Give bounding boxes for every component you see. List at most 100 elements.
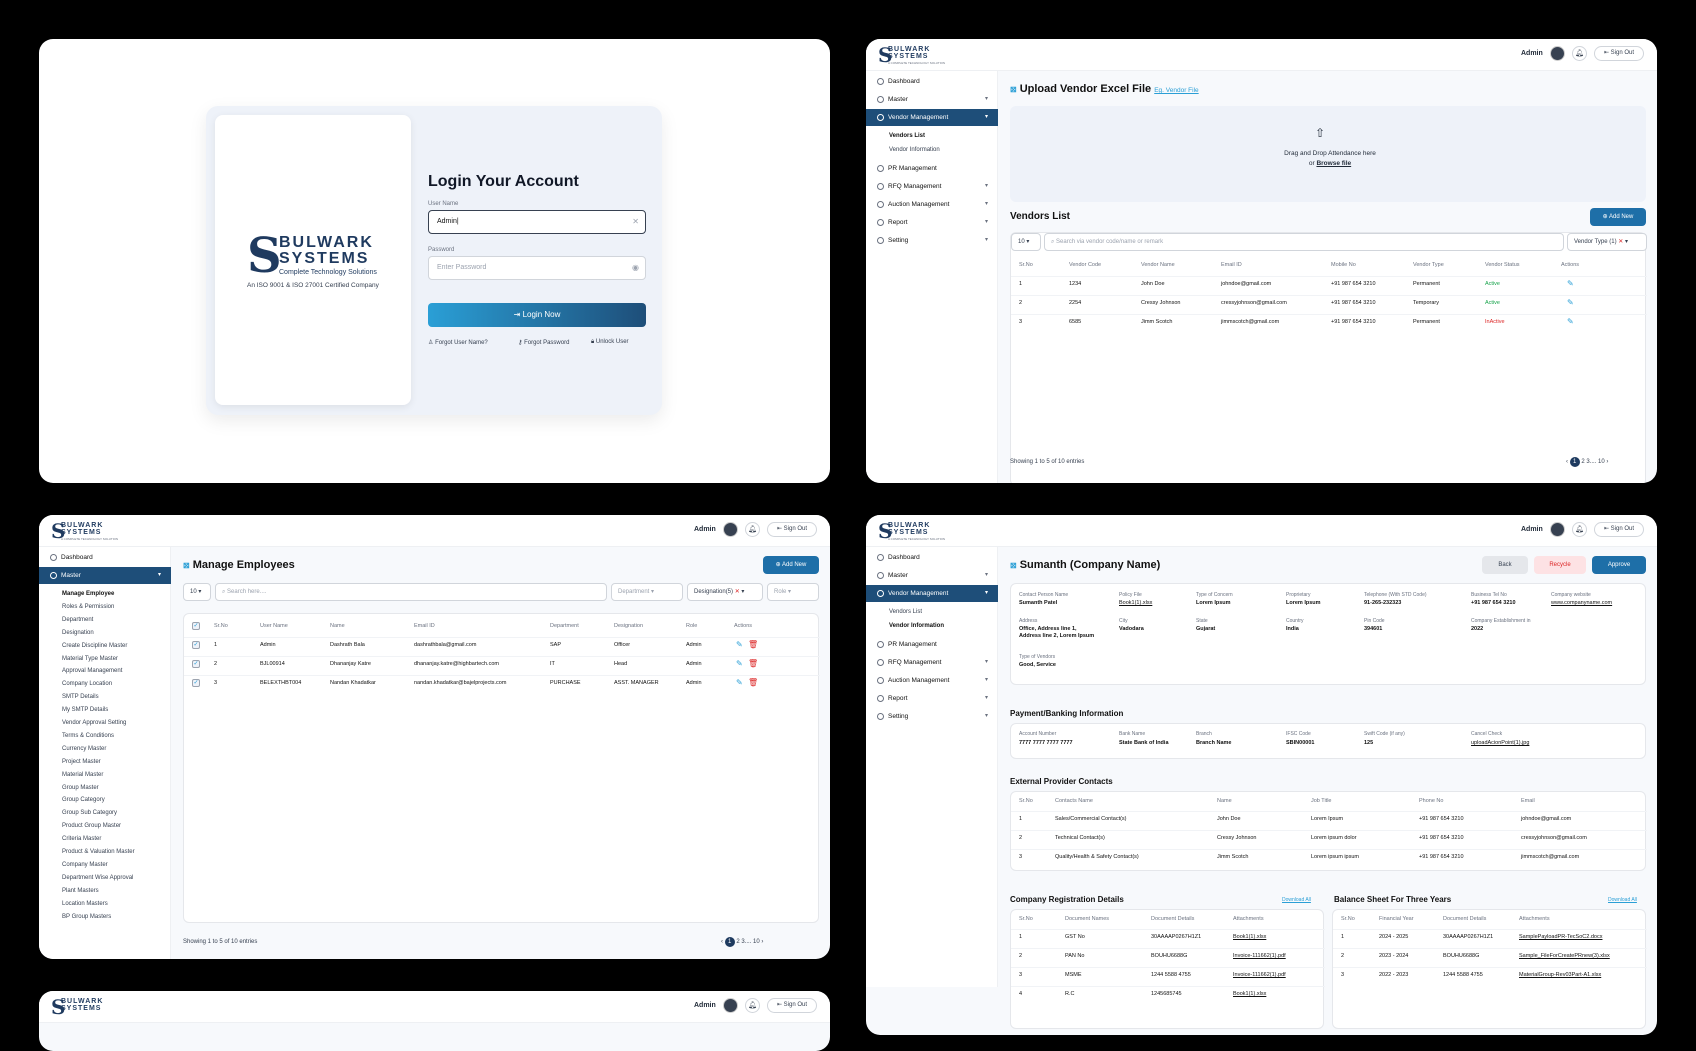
search-input[interactable]: ⌕ Search via vendor code/name or remark [1044, 233, 1564, 251]
chevron-right-icon[interactable]: › [761, 939, 763, 945]
sidebar-item-dashboard[interactable]: Dashboard [866, 549, 998, 566]
sidebar-sub-item[interactable]: Department [62, 617, 93, 623]
sign-out-button[interactable]: ⇤ Sign Out [767, 998, 817, 1013]
edit-icon[interactable]: ✎ [1567, 279, 1574, 288]
field-value[interactable]: www.companyname.com [1551, 600, 1612, 606]
add-new-button[interactable]: ⊕ Add New [1590, 208, 1646, 226]
sidebar-sub-item[interactable]: Location Masters [62, 901, 108, 907]
chevron-right-icon[interactable]: › [1606, 459, 1608, 465]
sidebar-sub-item[interactable]: Plant Masters [62, 888, 99, 894]
field-value[interactable]: Book1(1).xlsx [1119, 600, 1152, 606]
page-current[interactable]: 1 [1569, 457, 1580, 467]
field-value[interactable]: uploadAcionPoint(1).jpg [1471, 740, 1529, 746]
login-button[interactable]: ⇥ Login Now [428, 303, 646, 327]
sidebar-sub-item[interactable]: Material Master [62, 772, 103, 778]
clear-icon[interactable]: ✕ [735, 589, 740, 595]
sample-file-link[interactable]: Eg. Vendor File [1154, 87, 1198, 94]
sidebar-sub-vendors-list[interactable]: Vendors List [889, 609, 922, 615]
sidebar-item-setting[interactable]: Setting ▾ [866, 232, 998, 249]
sidebar-sub-item[interactable]: Terms & Conditions [62, 733, 114, 739]
table-cell[interactable]: Invoice-111662(1).pdf [1233, 972, 1286, 978]
sidebar-sub-item[interactable]: Roles & Permission [62, 604, 114, 610]
sidebar-sub-item[interactable]: Product Group Master [62, 823, 121, 829]
sidebar-sub-item[interactable]: Approval Management [62, 668, 122, 674]
sidebar-item-auction-management[interactable]: Auction Management ▾ [866, 672, 998, 689]
approve-button[interactable]: Approve [1592, 556, 1646, 574]
avatar[interactable] [1550, 522, 1565, 537]
back-button[interactable]: Back [1482, 556, 1528, 574]
sidebar-sub-item[interactable]: Group Master [62, 785, 99, 791]
edit-icon[interactable]: ✎ [1567, 298, 1574, 307]
trash-icon[interactable]: 🗑︎ [748, 678, 758, 687]
table-cell[interactable]: MaterialGroup-Rev03Part-A1.xlsx [1519, 972, 1601, 978]
sidebar-item-dashboard[interactable]: Dashboard [866, 73, 998, 90]
row-checkbox[interactable]: ✓ [192, 641, 200, 649]
row-checkbox[interactable]: ✓ [192, 660, 200, 668]
sidebar-sub-item[interactable]: Company Location [62, 681, 112, 687]
bell-icon[interactable]: 🔔︎ [1572, 522, 1587, 537]
chevron-left-icon[interactable]: ‹ [1566, 459, 1568, 465]
table-cell[interactable]: Invoice-111662(1).pdf [1233, 953, 1286, 959]
edit-icon[interactable]: ✎ [1567, 317, 1574, 326]
download-all-link[interactable]: Download All [1282, 897, 1311, 903]
unlock-user-link[interactable]: 🔒︎ Unlock User [591, 339, 629, 346]
sidebar-item-rfq-management[interactable]: RFQ Management ▾ [866, 654, 998, 671]
role-filter[interactable]: Role ▾ [767, 583, 819, 601]
sidebar-item-vendor-management[interactable]: Vendor Management ▾ [866, 109, 998, 126]
sidebar-sub-vendors-list[interactable]: Vendors List [889, 133, 925, 139]
edit-icon[interactable]: ✎ [736, 659, 743, 668]
sidebar-sub-item[interactable]: Currency Master [62, 746, 106, 752]
vendor-type-filter[interactable]: Vendor Type (1) ✕ ▾ [1567, 233, 1647, 251]
sidebar-sub-item[interactable]: Material Type Master [62, 656, 118, 662]
table-cell[interactable]: Book1(1).xlsx [1233, 934, 1266, 940]
sidebar-sub-item[interactable]: SMTP Details [62, 694, 99, 700]
sidebar-sub-item[interactable]: Designation [62, 630, 94, 636]
sign-out-button[interactable]: ⇤ Sign Out [1594, 522, 1644, 537]
recycle-button[interactable]: Recycle [1534, 556, 1586, 574]
sign-out-button[interactable]: ⇤ Sign Out [767, 522, 817, 537]
sidebar-item-rfq-management[interactable]: RFQ Management ▾ [866, 178, 998, 195]
sidebar-item-master[interactable]: Master ▾ [866, 567, 998, 584]
sidebar-item-report[interactable]: Report ▾ [866, 214, 998, 231]
page-size-select[interactable]: 10 ▾ [1011, 233, 1041, 251]
sidebar-item-pr-management[interactable]: PR Management [866, 160, 998, 177]
clear-icon[interactable]: ✕ [632, 217, 639, 226]
table-cell[interactable]: Sample_FileForCreatePRnew(3).xlsx [1519, 953, 1610, 959]
department-filter[interactable]: Department ▾ [611, 583, 683, 601]
browse-file-link[interactable]: Browse file [1316, 160, 1351, 167]
sidebar-sub-item[interactable]: Manage Employee [62, 591, 114, 597]
page-size-select[interactable]: 10 ▾ [183, 583, 211, 601]
trash-icon[interactable]: 🗑︎ [748, 640, 758, 649]
sidebar-sub-item[interactable]: My SMTP Details [62, 707, 108, 713]
sidebar-sub-vendor-information[interactable]: Vendor Information [889, 147, 940, 153]
sidebar-sub-item[interactable]: Department Wise Approval [62, 875, 133, 881]
bell-icon[interactable]: 🔔︎ [1572, 46, 1587, 61]
table-cell[interactable]: Book1(1).xlsx [1233, 991, 1266, 997]
sidebar-sub-item[interactable]: BP Group Masters [62, 914, 111, 920]
sidebar-sub-item[interactable]: Company Master [62, 862, 108, 868]
avatar[interactable] [1550, 46, 1565, 61]
avatar[interactable] [723, 522, 738, 537]
page-current[interactable]: 1 [724, 937, 735, 947]
sidebar-sub-item[interactable]: Vendor Approval Setting [62, 720, 126, 726]
upload-dropzone[interactable]: ⇧ Drag and Drop Attendance here or Brows… [1010, 106, 1646, 202]
download-all-link[interactable]: Download All [1608, 897, 1637, 903]
bell-icon[interactable]: 🔔︎ [745, 998, 760, 1013]
sidebar-sub-item[interactable]: Project Master [62, 759, 101, 765]
sidebar-item-report[interactable]: Report ▾ [866, 690, 998, 707]
sidebar-sub-item[interactable]: Group Sub Category [62, 810, 117, 816]
username-input[interactable]: Admin| ✕ [428, 210, 646, 234]
sidebar-item-pr-management[interactable]: PR Management [866, 636, 998, 653]
clear-icon[interactable]: ✕ [1618, 239, 1623, 245]
sidebar-item-vendor-management[interactable]: Vendor Management ▾ [866, 585, 998, 602]
pagination[interactable]: ‹ 1 2 3.... 10 › [1566, 457, 1608, 467]
sidebar-item-setting[interactable]: Setting ▾ [866, 708, 998, 725]
sidebar-sub-vendor-information[interactable]: Vendor Information [889, 623, 944, 629]
sign-out-button[interactable]: ⇤ Sign Out [1594, 46, 1644, 61]
eye-icon[interactable]: ◉ [632, 263, 639, 272]
sidebar-sub-item[interactable]: Group Category [62, 797, 105, 803]
sidebar-sub-item[interactable]: Create Discipline Master [62, 643, 127, 649]
avatar[interactable] [723, 998, 738, 1013]
sidebar-item-master[interactable]: Master ▾ [39, 567, 171, 584]
table-cell[interactable]: SamplePayloadPR-TecSoC2.docx [1519, 934, 1602, 940]
